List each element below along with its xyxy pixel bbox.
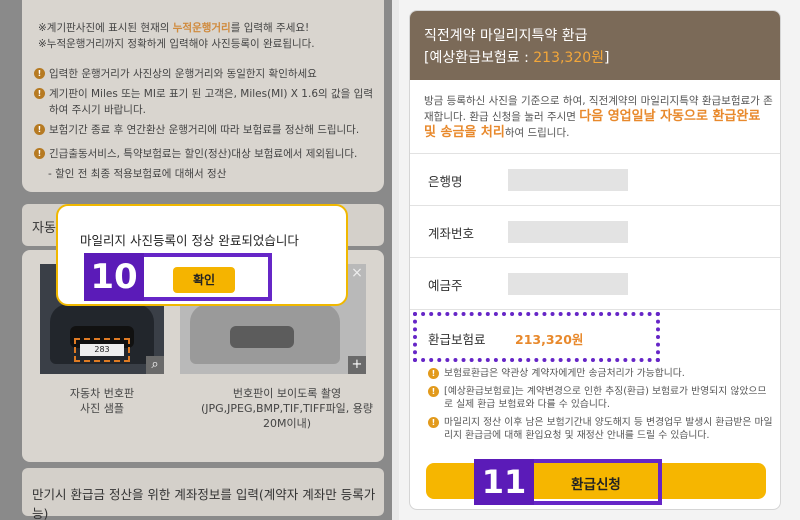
account-number-field[interactable] xyxy=(508,221,628,243)
refund-notes: ! 보험료환급은 약관상 계약자에게만 송금처리가 가능합니다. ! [예상환급보험… xyxy=(428,367,773,447)
odometer-note-2: ※누적운행거리까지 정확하게 입력해야 사진등록이 완료됩니다. xyxy=(38,38,315,50)
refund-title: 직전계약 마일리지특약 환급 xyxy=(424,28,588,44)
add-photo-icon[interactable]: + xyxy=(348,356,366,374)
account-holder-row: 예금주 xyxy=(410,257,780,309)
warning-icon: ! xyxy=(34,88,45,99)
account-number-row: 계좌번호 xyxy=(410,205,780,257)
note-item: ! 계기판이 Miles 또는 MI로 표기 된 고객은, Miles(MI) … xyxy=(34,86,374,118)
note-item: ! 마일리지 정산 이후 남은 보험기간내 양도해지 등 변경업무 발생시 환급받… xyxy=(428,416,773,442)
warning-icon: ! xyxy=(428,368,439,379)
note-item: ! 입력한 운행거리가 사진상의 운행거리와 동일한지 확인하세요 xyxy=(34,66,374,82)
bank-name-row: 은행명 xyxy=(410,153,780,205)
warning-icon: ! xyxy=(34,148,45,159)
plate-upload-caption: 번호판이 보이도록 촬영 (JPG,JPEG,BMP,TIF,TIFF파일, 용… xyxy=(200,387,374,430)
plate-frame xyxy=(74,338,130,362)
car-grille xyxy=(230,326,294,348)
warning-icon: ! xyxy=(428,386,439,397)
odometer-note-1: ※계기판사진에 표시된 현재의 누적운행거리를 입력해 주세요! xyxy=(38,22,310,34)
settlement-sub-note: - 할인 전 최종 적용보험료에 대해서 정산 xyxy=(48,168,227,180)
close-icon[interactable]: × xyxy=(350,266,364,280)
note-item: ! [예상환급보험료]는 계약변경으로 인한 추징(환급) 보험료가 반영되지 않… xyxy=(428,385,773,411)
note-item: ! 보험기간 종료 후 연간환산 운행거리에 따라 보험료를 정산해 드립니다. xyxy=(34,122,374,138)
refund-amount-highlight xyxy=(413,312,660,362)
refund-description: 방금 등록하신 사진을 기준으로 하여, 직전계약의 마일리지특약 환급보험료가… xyxy=(424,95,773,140)
warning-icon: ! xyxy=(34,68,45,79)
refund-card: 직전계약 마일리지특약 환급 [예상환급보험료 : 213,320원] 방금 등… xyxy=(409,10,781,510)
zoom-icon[interactable]: ⌕ xyxy=(146,356,164,374)
refund-header: 직전계약 마일리지특약 환급 [예상환급보험료 : 213,320원] xyxy=(410,11,780,80)
section-header-account: 만기시 환급금 정산을 위한 계좌정보를 입력(계약자 계좌만 등록가능) xyxy=(22,468,384,520)
warning-icon: ! xyxy=(34,124,45,135)
plate-sample-caption: 자동차 번호판 사진 샘플 xyxy=(69,387,135,415)
note-item: ! 보험료환급은 약관상 계약자에게만 송금처리가 가능합니다. xyxy=(428,367,773,380)
account-holder-field[interactable] xyxy=(508,273,628,295)
refund-subtitle: [예상환급보험료 : 213,320원] xyxy=(424,50,610,66)
dialog-message: 마일리지 사진등록이 정상 완료되었습니다 xyxy=(80,233,299,248)
warning-icon: ! xyxy=(428,417,439,428)
step11-number: 11 xyxy=(474,459,534,505)
note-item: ! 긴급출동서비스, 특약보험료는 할인(정산)대상 보험료에서 제외됩니다. xyxy=(34,146,374,162)
right-panel: 직전계약 마일리지특약 환급 [예상환급보험료 : 213,320원] 방금 등… xyxy=(399,0,800,520)
step10-number: 10 xyxy=(84,253,144,301)
bank-name-field[interactable] xyxy=(508,169,628,191)
